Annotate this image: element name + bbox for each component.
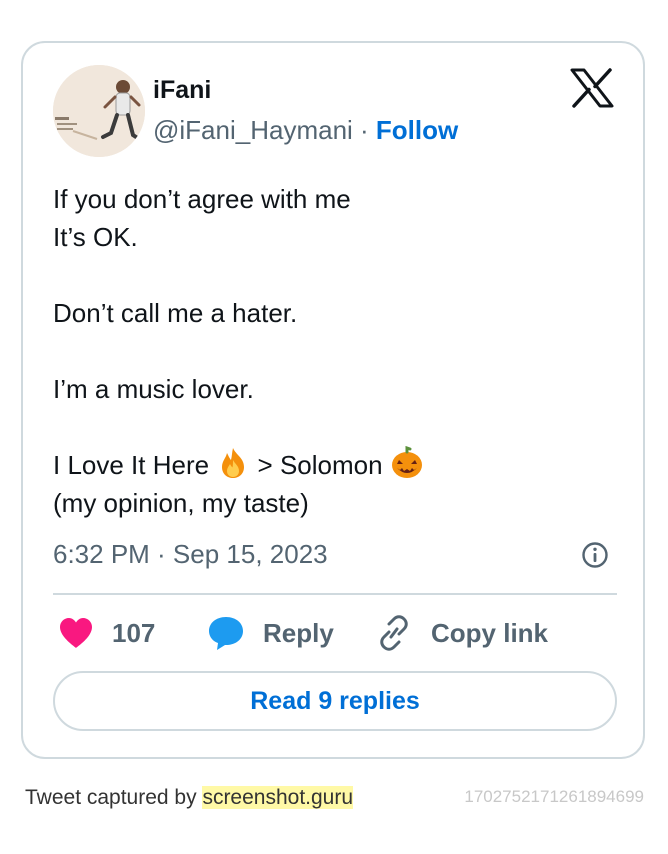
author-handle-line: @iFani_Haymani · Follow bbox=[153, 115, 458, 146]
tweet-line bbox=[53, 332, 613, 370]
reply-button[interactable]: Reply bbox=[207, 615, 334, 651]
tweet-line bbox=[53, 256, 613, 294]
tweet-line: I’m a music lover. bbox=[53, 374, 254, 404]
avatar[interactable] bbox=[53, 65, 145, 157]
tweet-id: 1702752171261894699 bbox=[464, 787, 644, 806]
speech-bubble-icon bbox=[209, 617, 243, 650]
tweet-line: It’s OK. bbox=[53, 222, 138, 252]
x-logo-icon[interactable] bbox=[570, 68, 614, 108]
tweet-line: (my opinion, my taste) bbox=[53, 488, 309, 518]
link-icon bbox=[380, 615, 408, 651]
copy-link-button[interactable]: Copy link bbox=[375, 615, 548, 651]
divider bbox=[53, 593, 617, 595]
captured-by-label: Tweet captured by bbox=[25, 786, 203, 809]
follow-button[interactable]: Follow bbox=[376, 115, 458, 145]
avatar-image bbox=[53, 65, 145, 157]
tweet-text: If you don’t agree with me It’s OK. Don’… bbox=[53, 180, 613, 522]
tweet-line bbox=[53, 408, 613, 446]
like-button[interactable]: 107 bbox=[58, 615, 155, 651]
copy-link-label: Copy link bbox=[431, 617, 549, 648]
tweet-line: If you don’t agree with me bbox=[53, 184, 351, 214]
capture-footer: Tweet captured by screenshot.guru bbox=[25, 786, 354, 810]
handle-separator: · bbox=[352, 115, 376, 145]
tweet-line-emoji: I Love It Here > Solomon bbox=[53, 446, 613, 484]
site-link[interactable]: screenshot.guru bbox=[202, 786, 354, 809]
like-count: 107 bbox=[112, 617, 156, 648]
tweet-timestamp[interactable]: 6:32 PM · Sep 15, 2023 bbox=[53, 539, 328, 570]
info-icon[interactable] bbox=[581, 541, 609, 569]
fire-emoji-icon bbox=[222, 448, 245, 478]
tweet-line-part: > Solomon bbox=[257, 450, 383, 480]
jack-o-lantern-emoji-icon bbox=[391, 446, 422, 478]
read-replies-button[interactable]: Read 9 replies bbox=[53, 671, 617, 731]
tweet-line: Don’t call me a hater. bbox=[53, 298, 298, 328]
author-handle[interactable]: @iFani_Haymani bbox=[153, 115, 353, 145]
tweet-line-part: I Love It Here bbox=[53, 450, 210, 480]
heart-icon bbox=[60, 618, 92, 648]
tweet-card: iFani @iFani_Haymani · Follow If you don… bbox=[21, 41, 645, 759]
reply-label: Reply bbox=[263, 617, 334, 648]
author-name[interactable]: iFani bbox=[153, 76, 211, 105]
